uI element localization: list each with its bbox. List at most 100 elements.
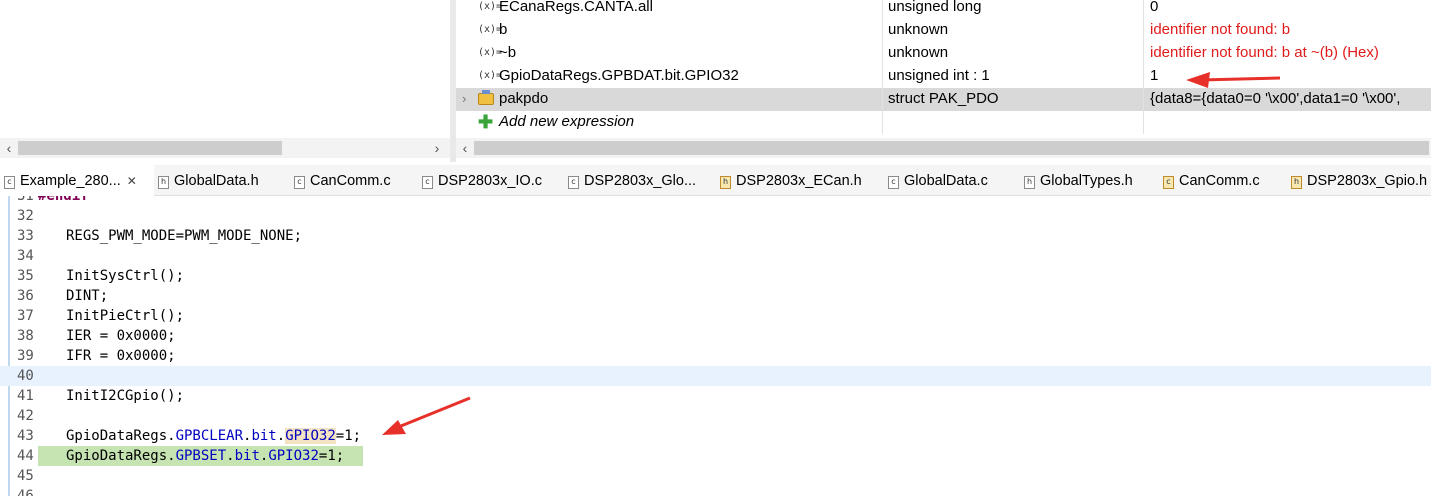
c-file-icon: c [294,176,305,189]
line-number: 40 [17,368,34,384]
tab-label: CanComm.c [310,173,391,189]
left-horizontal-scrollbar[interactable]: ‹ › [0,138,450,158]
expression-name: ECanaRegs.CANTA.all [499,0,653,15]
scroll-left-icon[interactable]: ‹ [0,138,18,158]
line-number: 36 [17,288,34,304]
tab-cancomm-c[interactable]: c CanComm.c [294,165,391,195]
tab-label: CanComm.c [1179,173,1260,189]
h-file-icon: h [158,176,169,189]
tab-dsp2803x-glo[interactable]: c DSP2803x_Glo... [568,165,696,195]
expression-name: ~b [499,44,517,61]
add-icon: ✚ [478,112,494,132]
tab-label: GlobalData.h [174,173,259,189]
tab-label: GlobalTypes.h [1040,173,1133,189]
code-text: IER = 0x0000; [66,328,176,344]
expression-row[interactable]: (x)= b unknown identifier not found: b [456,19,1431,42]
tab-label: DSP2803x_IO.c [438,173,542,189]
expression-value[interactable]: 0 [1145,0,1431,19]
code-line[interactable]: 34 [0,246,1431,266]
code-text: DINT; [66,288,109,304]
scroll-thumb[interactable] [474,141,1429,155]
expression-value[interactable]: identifier not found: b [1145,19,1431,42]
expression-value[interactable]: {data8={data0=0 '\x00',data1=0 '\x00', [1145,88,1431,111]
code-line[interactable]: 33 REGS_PWM_MODE=PWM_MODE_NONE; [0,226,1431,246]
code-line[interactable]: 35 InitSysCtrl(); [0,266,1431,286]
line-number: 34 [17,248,34,264]
code-line[interactable]: 42 [0,406,1431,426]
c-file-icon: c [888,176,899,189]
code-editor[interactable]: 31 #endif 32 33 REGS_PWM_MODE=PWM_MODE_NON… [0,196,1431,496]
code-text: REGS_PWM_MODE=PWM_MODE_NONE; [66,228,303,244]
tab-label: DSP2803x_ECan.h [736,173,862,189]
tab-label: Example_280... [20,173,121,189]
h-file-icon: h [1024,176,1035,189]
code-line[interactable]: 37 InitPieCtrl(); [0,306,1431,326]
editor-tab-bar: c Example_280... ✕ h GlobalData.h c CanComm.… [0,165,1431,197]
expression-row[interactable]: (x)= GpioDataRegs.GPBDAT.bit.GPIO32 unsig… [456,65,1431,88]
code-line-current[interactable]: 40 [0,366,1431,386]
close-icon[interactable]: ✕ [127,174,137,188]
left-view: ‹ › [0,0,450,162]
expression-type: unsigned int : 1 [883,65,1144,88]
tab-globaltypes-h[interactable]: h GlobalTypes.h [1024,165,1133,195]
code-text: GpioDataRegs.GPBSET.bit.GPIO32=1; [66,448,345,464]
scroll-thumb[interactable] [18,141,282,155]
tab-cancomm-c-2[interactable]: c CanComm.c [1163,165,1260,195]
expression-name: GpioDataRegs.GPBDAT.bit.GPIO32 [499,67,739,84]
line-number: 45 [17,468,34,484]
scroll-left-icon[interactable]: ‹ [456,138,474,158]
code-text: InitSysCtrl(); [66,268,185,284]
expression-type: unsigned long [883,0,1144,19]
line-number: 39 [17,348,34,364]
c-file-icon: c [4,176,15,189]
expand-chevron-icon[interactable]: › [462,88,466,109]
add-expression-row[interactable]: ✚ Add new expression [456,111,1431,134]
code-line[interactable]: 32 [0,206,1431,226]
line-number: 33 [17,228,34,244]
struct-icon [478,90,494,105]
code-line[interactable]: 36 DINT; [0,286,1431,306]
tab-dsp2803x-ecan-h[interactable]: h DSP2803x_ECan.h [720,165,862,195]
expression-row-selected[interactable]: › pakpdo struct PAK_PDO {data8={data0=0 '… [456,88,1431,111]
line-number: 46 [17,488,34,496]
code-line[interactable]: 45 [0,466,1431,486]
expression-row[interactable]: (x)= ~b unknown identifier not found: b a… [456,42,1431,65]
expression-value[interactable]: 1 [1145,65,1431,88]
line-number: 37 [17,308,34,324]
expression-type: struct PAK_PDO [883,88,1144,111]
c-file-icon: c [568,176,579,189]
tab-label: DSP2803x_Glo... [584,173,697,189]
line-number: 44 [17,448,34,464]
code-line[interactable]: 41 InitI2CGpio(); [0,386,1431,406]
code-line[interactable]: 31 #endif [0,196,1431,206]
code-line[interactable]: 38 IER = 0x0000; [0,326,1431,346]
expression-row[interactable]: (x)= ECanaRegs.CANTA.all unsigned long 0 [456,0,1431,19]
tab-label: GlobalData.c [904,173,988,189]
h-file-icon: h [720,176,731,189]
line-number: 35 [17,268,34,284]
line-number: 38 [17,328,34,344]
occurrence-highlight: GPIO32 [285,428,336,444]
expression-name: b [499,21,508,38]
code-line-breakpoint[interactable]: 44 GpioDataRegs.GPBSET.bit.GPIO32=1; [0,446,1431,466]
code-line[interactable]: 39 IFR = 0x0000; [0,346,1431,366]
expressions-view: (x)= ECanaRegs.CANTA.all unsigned long 0 … [456,0,1431,162]
expression-value[interactable]: identifier not found: b at ~(b) (Hex) [1145,42,1431,65]
expressions-horizontal-scrollbar[interactable]: ‹ [456,138,1431,158]
tab-globaldata-h[interactable]: h GlobalData.h [158,165,259,195]
tab-example[interactable]: c Example_280... ✕ [0,165,154,197]
code-text: InitI2CGpio(); [66,388,185,404]
code-text: #endif [38,196,89,204]
tab-dsp2803x-io-c[interactable]: c DSP2803x_IO.c [422,165,542,195]
code-line[interactable]: 43 GpioDataRegs.GPBCLEAR.bit.GPIO32=1; [0,426,1431,446]
tab-dsp2803x-gpio-h[interactable]: h DSP2803x_Gpio.h [1291,165,1427,195]
h-file-icon: h [1291,176,1302,189]
tab-label: DSP2803x_Gpio.h [1307,173,1428,189]
add-expression-label[interactable]: Add new expression [499,111,634,132]
line-number: 41 [17,388,34,404]
code-line[interactable]: 46 [0,486,1431,496]
code-text: IFR = 0x0000; [66,348,176,364]
scroll-right-icon[interactable]: › [428,138,446,158]
tab-globaldata-c[interactable]: c GlobalData.c [888,165,988,195]
code-text: InitPieCtrl(); [66,308,185,324]
